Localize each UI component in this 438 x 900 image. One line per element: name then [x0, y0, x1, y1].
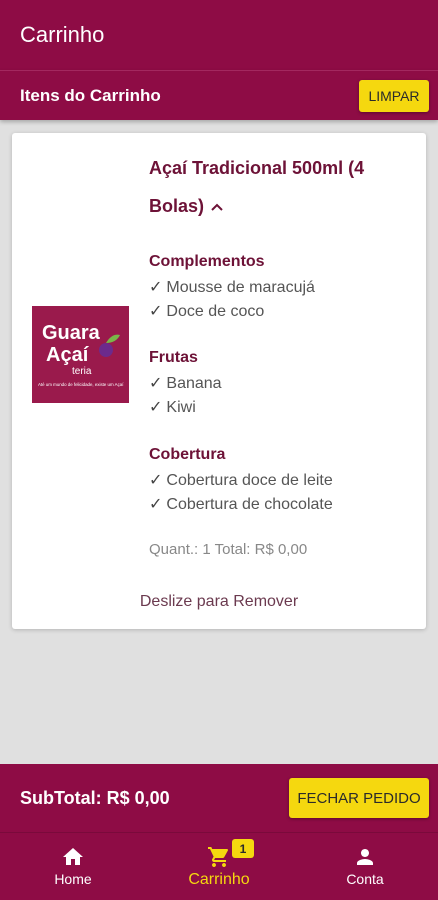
logo-text-line1: Guara — [42, 322, 101, 344]
option-item: ✓ Banana — [149, 375, 222, 392]
product-name[interactable]: Açaí Tradicional 500ml (4 Bolas) — [149, 149, 409, 225]
product-name-text: Açaí Tradicional 500ml (4 Bolas) — [149, 158, 365, 216]
person-icon — [352, 845, 378, 871]
option-item: ✓ Cobertura de chocolate — [149, 496, 333, 513]
bottom-navigation: Home 1 Carrinho Conta — [0, 832, 438, 900]
option-item: ✓ Mousse de maracujá — [149, 279, 315, 296]
app-bar: Carrinho — [0, 0, 438, 70]
option-item: ✓ Doce de coco — [149, 303, 265, 320]
subtotal: SubTotal: R$ 0,00 — [20, 787, 170, 808]
group-title-complementos: Complementos — [149, 253, 265, 270]
swipe-to-remove-hint: Deslize para Remover — [139, 593, 299, 610]
nav-item-home[interactable]: Home — [0, 833, 146, 900]
checkout-bar: SubTotal: R$ 0,00 FECHAR PEDIDO — [0, 764, 438, 832]
logo-tagline: Até um mundo de felicidade, existe um Aç… — [38, 382, 124, 387]
logo-text-line2: Açaí — [46, 344, 90, 366]
cart-header: Itens do Carrinho LIMPAR — [0, 70, 438, 120]
cart-icon: 1 — [206, 839, 254, 871]
clear-cart-button[interactable]: LIMPAR — [359, 79, 429, 112]
option-item: ✓ Cobertura doce de leite — [149, 472, 333, 489]
cart-item-card[interactable]: Guara Açaí teria Até um mundo de felicid… — [12, 133, 426, 629]
group-title-frutas: Frutas — [149, 349, 198, 366]
nav-label-cart: Carrinho — [188, 871, 250, 888]
nav-item-cart[interactable]: 1 Carrinho — [146, 833, 292, 900]
group-title-cobertura: Cobertura — [149, 446, 226, 463]
nav-label-home: Home — [54, 871, 92, 887]
acai-berry-icon — [99, 343, 113, 357]
check-icon: ✓ — [149, 399, 163, 416]
check-icon: ✓ — [149, 496, 163, 513]
cart-header-title: Itens do Carrinho — [20, 85, 161, 105]
check-icon: ✓ — [149, 279, 163, 296]
cart-badge: 1 — [232, 839, 254, 858]
store-logo: Guara Açaí teria Até um mundo de felicid… — [32, 306, 129, 403]
check-icon: ✓ — [149, 375, 163, 392]
option-item: ✓ Kiwi — [149, 399, 196, 416]
check-icon: ✓ — [149, 472, 163, 489]
nav-item-account[interactable]: Conta — [292, 833, 438, 900]
nav-label-account: Conta — [346, 871, 384, 887]
home-icon — [60, 845, 86, 871]
checkout-button[interactable]: FECHAR PEDIDO — [289, 778, 429, 818]
logo-text-line3: teria — [72, 366, 92, 377]
check-icon: ✓ — [149, 303, 163, 320]
page-title: Carrinho — [20, 22, 105, 47]
quantity-total: Quant.: 1 Total: R$ 0,00 — [149, 541, 308, 558]
chevron-up-icon[interactable] — [210, 187, 224, 225]
